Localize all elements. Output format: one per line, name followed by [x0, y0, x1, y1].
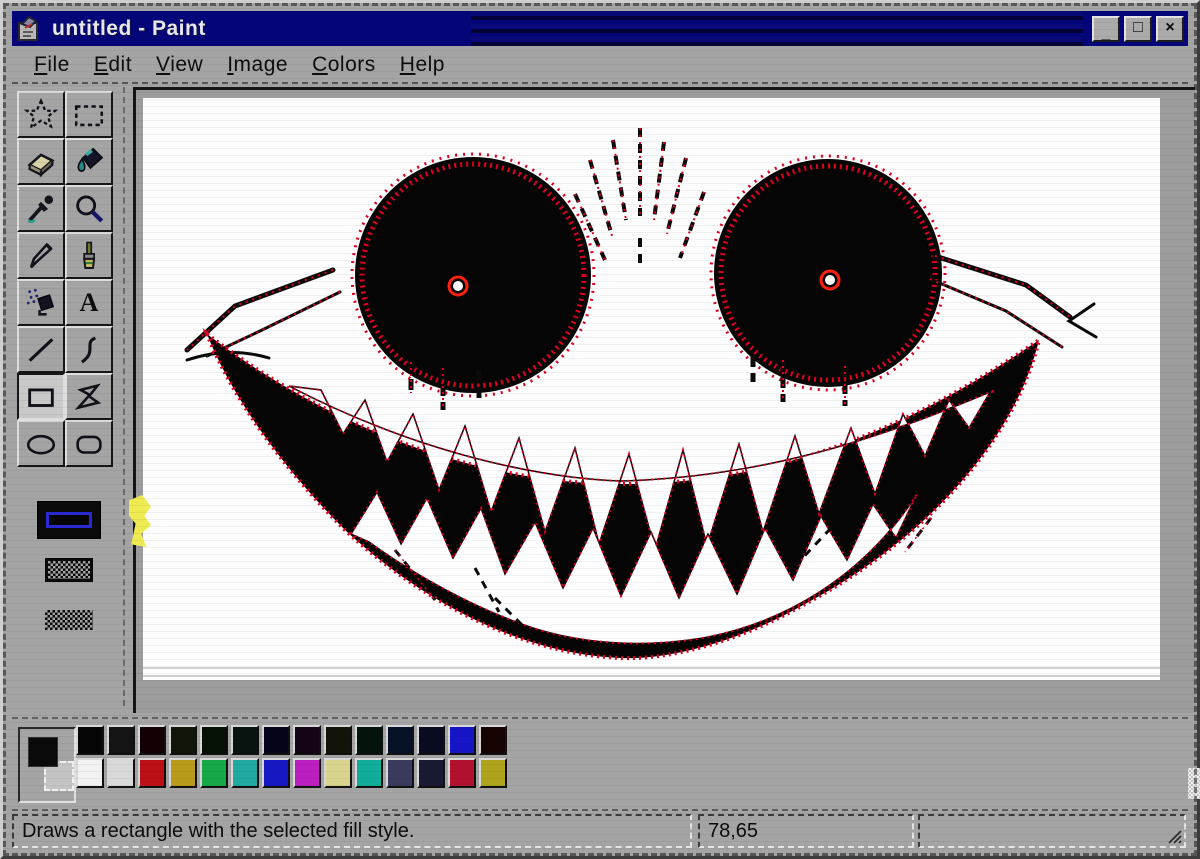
canvas-edge-glitch [143, 666, 1160, 680]
fill-style-fill-only[interactable] [37, 601, 101, 639]
maximize-button[interactable]: □ [1124, 15, 1152, 42]
creepy-face-drawing [184, 128, 1098, 661]
fill-style-outline-with-fill[interactable] [37, 551, 101, 589]
status-bar: Draws a rectangle with the selected fill… [12, 809, 1188, 849]
rectangle-icon [24, 380, 58, 414]
palette-swatch[interactable] [231, 725, 259, 755]
palette-swatch[interactable] [355, 758, 383, 788]
palette-swatch[interactable] [479, 758, 507, 788]
status-message: Draws a rectangle with the selected fill… [12, 814, 692, 848]
tool-pick-color[interactable] [17, 185, 65, 232]
canvas-area [133, 87, 1200, 799]
palette-swatch[interactable] [324, 758, 352, 788]
palette-swatch[interactable] [293, 725, 321, 755]
title-bar: untitled - Paint _ □ × [12, 11, 1188, 46]
tool-rounded-rectangle[interactable] [65, 420, 113, 467]
pencil-icon [24, 239, 58, 273]
fill-only-icon [45, 610, 93, 630]
palette-swatch[interactable] [355, 725, 383, 755]
palette-swatch[interactable] [200, 725, 228, 755]
free-form-select-icon [24, 97, 58, 132]
paint-window: untitled - Paint _ □ × File Edit View Im… [0, 0, 1200, 859]
fill-style-outline-only[interactable] [37, 501, 101, 539]
palette-swatch[interactable] [138, 725, 166, 755]
polygon-icon [72, 380, 106, 414]
outline-with-fill-icon [45, 558, 93, 582]
tool-box: A [13, 87, 125, 706]
window-title: untitled - Paint [52, 16, 206, 40]
palette-swatch[interactable] [293, 758, 321, 788]
tool-magnifier[interactable] [65, 185, 113, 232]
fill-style-selector [31, 495, 107, 645]
palette-swatch[interactable] [169, 725, 197, 755]
palette-swatch[interactable] [138, 758, 166, 788]
palette-swatch[interactable] [386, 758, 414, 788]
magnifier-icon [72, 192, 106, 226]
tool-eraser[interactable] [17, 138, 65, 185]
tool-rectangle[interactable] [17, 373, 65, 420]
menu-file[interactable]: File [24, 50, 84, 80]
palette-swatch[interactable] [448, 725, 476, 755]
brush-icon [72, 239, 106, 273]
airbrush-icon [24, 286, 58, 320]
tool-select[interactable] [65, 91, 113, 138]
palette-swatch[interactable] [417, 725, 445, 755]
palette-swatch[interactable] [417, 758, 445, 788]
tool-curve[interactable] [65, 326, 113, 373]
rounded-rectangle-icon [72, 427, 106, 461]
palette-swatch[interactable] [107, 725, 135, 755]
tool-text[interactable]: A [65, 279, 113, 326]
palette-swatch[interactable] [386, 725, 414, 755]
text-icon: A [79, 287, 99, 317]
palette-swatch[interactable] [76, 758, 104, 788]
current-colors-indicator[interactable] [18, 727, 76, 803]
fill-bucket-icon [72, 145, 106, 179]
select-icon [72, 98, 106, 132]
eraser-icon [24, 145, 58, 179]
color-palette [12, 717, 1188, 813]
menu-help[interactable]: Help [390, 50, 459, 80]
status-extra-panel [918, 814, 1186, 848]
menu-image[interactable]: Image [217, 50, 302, 80]
menu-bar: File Edit View Image Colors Help [12, 48, 1188, 84]
palette-swatch[interactable] [479, 725, 507, 755]
menu-edit[interactable]: Edit [84, 50, 146, 80]
palette-swatch[interactable] [262, 725, 290, 755]
palette-swatch[interactable] [200, 758, 228, 788]
palette-swatch[interactable] [231, 758, 259, 788]
tool-ellipse[interactable] [17, 420, 65, 467]
palette-swatch[interactable] [76, 725, 104, 755]
palette-swatch[interactable] [448, 758, 476, 788]
tool-airbrush[interactable] [17, 279, 65, 326]
tool-fill-with-color[interactable] [65, 138, 113, 185]
palette-swatch[interactable] [107, 758, 135, 788]
palette-swatch[interactable] [262, 758, 290, 788]
drawing-canvas[interactable] [143, 98, 1160, 680]
tool-polygon[interactable] [65, 373, 113, 420]
paint-app-icon [16, 15, 44, 43]
menu-view[interactable]: View [146, 50, 217, 80]
eyedropper-icon [24, 192, 58, 226]
palette-swatch[interactable] [169, 758, 197, 788]
palette-swatches [76, 725, 507, 788]
minimize-button[interactable]: _ [1092, 15, 1120, 42]
outline-only-icon [46, 512, 92, 528]
tool-line[interactable] [17, 326, 65, 373]
curve-icon [72, 333, 106, 367]
tool-free-form-select[interactable] [17, 91, 65, 138]
cursor-coordinates: 78,65 [698, 814, 914, 848]
line-icon [24, 333, 58, 367]
close-button[interactable]: × [1156, 15, 1184, 42]
menu-colors[interactable]: Colors [302, 50, 390, 80]
tool-brush[interactable] [65, 232, 113, 279]
resize-grip-icon[interactable] [1166, 828, 1182, 844]
ellipse-icon [24, 427, 58, 461]
tool-pencil[interactable] [17, 232, 65, 279]
foreground-color-swatch [28, 737, 58, 767]
titlebar-glitch-texture [471, 11, 1083, 46]
palette-swatch[interactable] [324, 725, 352, 755]
